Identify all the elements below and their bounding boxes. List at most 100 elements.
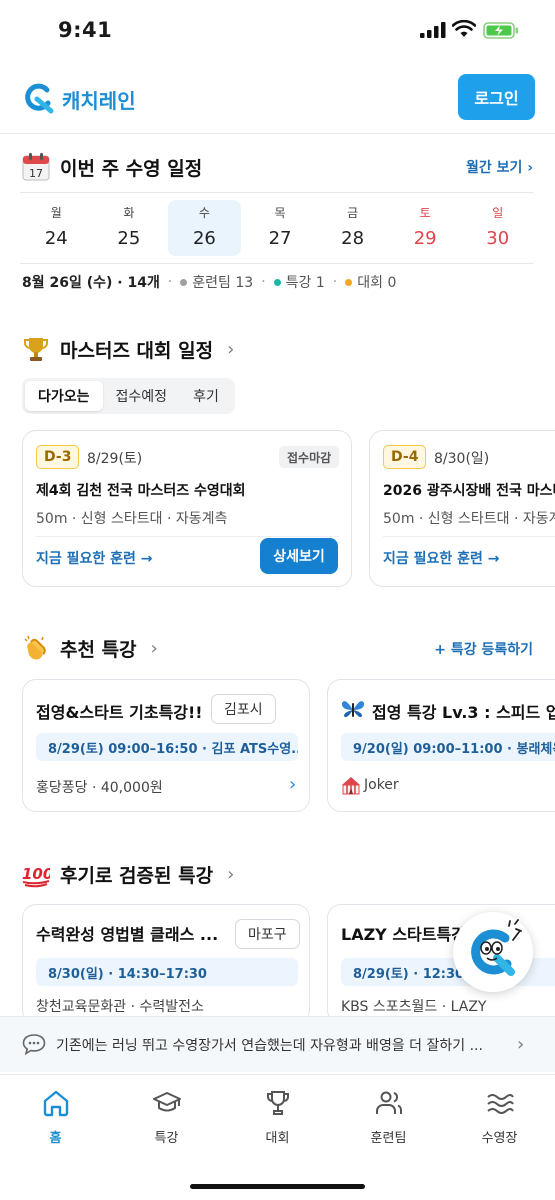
competition-dot — [345, 278, 353, 286]
lecture-meta: Joker — [364, 777, 399, 793]
competition-card[interactable]: D-4 8/30(일) 2026 광주시장배 전국 마스터즈 50m · 신형 … — [369, 430, 555, 587]
weekday-label: 수 — [198, 206, 210, 220]
training-link[interactable]: 지금 필요한 훈련 → — [36, 548, 153, 568]
tab-label: 대회 — [265, 1131, 290, 1146]
weekly-title: 이번 주 수영 일정 — [60, 157, 203, 180]
detail-button[interactable]: 상세보기 — [260, 538, 338, 574]
chevron-right-icon: › — [150, 637, 158, 659]
chevron-right-icon[interactable]: › — [289, 774, 296, 795]
divider — [36, 536, 339, 537]
tab-registration-soon[interactable]: 접수예정 — [103, 381, 181, 411]
calendar-day[interactable]: 화 25 — [93, 193, 166, 263]
dday-badge: D-4 — [383, 445, 427, 469]
lecture-time: 8/29(토) 09:00–16:50 · 김포 ATS수영... — [36, 733, 298, 761]
clapping-hands-icon — [22, 634, 50, 662]
lecture-meta: 창천교육문화관 · 수력발전소 — [36, 999, 204, 1015]
summary-separator: · — [332, 274, 338, 290]
weekday-label: 토 — [419, 206, 431, 220]
calendar-day[interactable]: 일 30 — [461, 193, 534, 263]
logo-icon — [25, 83, 54, 114]
summary-separator: · — [261, 274, 266, 290]
add-lecture-link[interactable]: + 특강 등록하기 — [434, 639, 533, 659]
lecture-card[interactable]: 접영 특강 Lv.3 : 스피드 업 9/20(일) 09:00–11:00 ·… — [327, 679, 555, 812]
mascot-chat-button[interactable] — [453, 912, 533, 992]
speech-bubble-icon — [22, 1034, 46, 1055]
lecture-title: LAZY 스타트특강 — [341, 925, 466, 944]
weekday-label: 금 — [347, 206, 359, 220]
waves-icon — [486, 1094, 514, 1114]
circus-tent-icon — [342, 777, 360, 795]
tab-upcoming[interactable]: 다가오는 — [25, 381, 103, 411]
monthly-view-link[interactable]: 월간 보기 › — [466, 157, 533, 177]
weekday-label: 화 — [123, 206, 135, 220]
summary-separator: · — [167, 274, 173, 290]
reviewed-header[interactable]: 100 후기로 검증된 특강 › — [22, 857, 533, 891]
home-indicator — [190, 1184, 365, 1189]
lecture-card[interactable]: 수력완성 영법별 클래스 ... 마포구 8/30(일) · 14:30–17:… — [22, 904, 310, 1024]
region-badge: 마포구 — [235, 919, 300, 949]
day-summary: 8월 26일 (수) · 14개 · 훈련팀 13 · 특강 1 · 대회 0 — [22, 272, 396, 292]
summary-date-count: 8월 26일 (수) · 14개 — [22, 275, 160, 291]
lecture-dot — [273, 278, 281, 286]
lecture-meta: KBS 스포츠월드 · LAZY — [341, 999, 487, 1015]
weekday-label: 목 — [274, 206, 286, 220]
competitions-header[interactable]: 마스터즈 대회 일정 › — [22, 332, 533, 366]
competition-title: 제4회 김천 전국 마스터즈 수영대회 — [36, 483, 246, 499]
summary-lecture: 특강 1 — [285, 275, 325, 291]
status-bar: 9:41 — [0, 0, 555, 62]
tab-label: 훈련팀 — [370, 1131, 407, 1146]
day-number: 29 — [413, 228, 437, 249]
competition-date: 8/30(일) — [434, 451, 490, 467]
day-number: 27 — [268, 228, 292, 249]
status-badge: 접수마감 — [279, 446, 340, 468]
wifi-icon — [452, 20, 476, 37]
trophy-emoji-icon — [22, 335, 50, 363]
recommended-title: 추천 특강 — [60, 638, 137, 661]
lecture-time: 8/30(일) · 14:30–17:30 — [36, 958, 298, 986]
calendar-day[interactable]: 수 26 — [168, 200, 241, 256]
bottom-tab-bar: 홈 특강 대회 훈련팀 수영장 — [0, 1074, 555, 1200]
calendar-day[interactable]: 토 29 — [389, 193, 462, 263]
weekly-header: 17 이번 주 수영 일정 월간 보기 › — [22, 150, 533, 184]
calendar-icon: 17 — [22, 153, 50, 181]
status-time: 9:41 — [58, 18, 113, 42]
tab-competitions[interactable]: 대회 — [222, 1075, 333, 1200]
tab-pools[interactable]: 수영장 — [444, 1075, 555, 1200]
calendar-day[interactable]: 월 24 — [20, 193, 93, 263]
chevron-right-icon: › — [227, 338, 235, 360]
tab-home[interactable]: 홈 — [0, 1075, 111, 1200]
hundred-points-icon: 100 — [22, 860, 53, 888]
competitions-title: 마스터즈 대회 일정 — [60, 339, 214, 362]
svg-text:17: 17 — [29, 167, 43, 180]
lecture-card[interactable]: 접영&스타트 기초특강!! 김포시 8/29(토) 09:00–16:50 · … — [22, 679, 310, 812]
mascot-icon — [471, 919, 522, 976]
day-number: 24 — [44, 228, 68, 249]
weekday-label: 일 — [492, 206, 504, 220]
graduation-cap-icon — [152, 1092, 181, 1112]
review-banner[interactable]: 기존에는 러닝 뛰고 수영장가서 연습했는데 자유형과 배영을 더 잘하기 ..… — [0, 1016, 555, 1072]
app-name: 캐치레인 — [62, 89, 136, 113]
login-button[interactable]: 로그인 — [458, 74, 535, 120]
competition-card[interactable]: D-3 8/29(토) 접수마감 제4회 김천 전국 마스터즈 수영대회 50m… — [22, 430, 352, 587]
competition-title: 2026 광주시장배 전국 마스터즈 — [383, 483, 555, 499]
calendar-day[interactable]: 목 27 — [244, 193, 317, 263]
chevron-right-icon: › — [227, 863, 235, 885]
training-link[interactable]: 지금 필요한 훈련 → — [383, 548, 500, 568]
calendar-day[interactable]: 금 28 — [316, 193, 389, 263]
tab-training-teams[interactable]: 훈련팀 — [333, 1075, 444, 1200]
competition-meta: 50m · 신형 스타트대 · 자동계측 — [383, 511, 555, 527]
svg-text:100: 100 — [22, 865, 50, 883]
day-number: 28 — [341, 228, 365, 249]
users-icon — [375, 1091, 402, 1114]
chevron-right-icon[interactable]: › — [517, 1034, 524, 1055]
app-header: 캐치레인 로그인 — [0, 62, 555, 134]
weekday-label: 월 — [50, 206, 62, 220]
tab-lectures[interactable]: 특강 — [111, 1075, 222, 1200]
tab-label: 수영장 — [481, 1131, 518, 1146]
lecture-title: 수력완성 영법별 클래스 ... — [36, 925, 219, 944]
week-calendar: 월 24 화 25 수 26 목 27 금 28 토 29 일 30 — [20, 192, 534, 264]
lecture-meta: 홍당퐁당 · 40,000원 — [36, 780, 163, 796]
tab-reviews[interactable]: 후기 — [180, 381, 232, 411]
signal-icon — [420, 22, 446, 38]
trophy-icon — [266, 1091, 289, 1115]
